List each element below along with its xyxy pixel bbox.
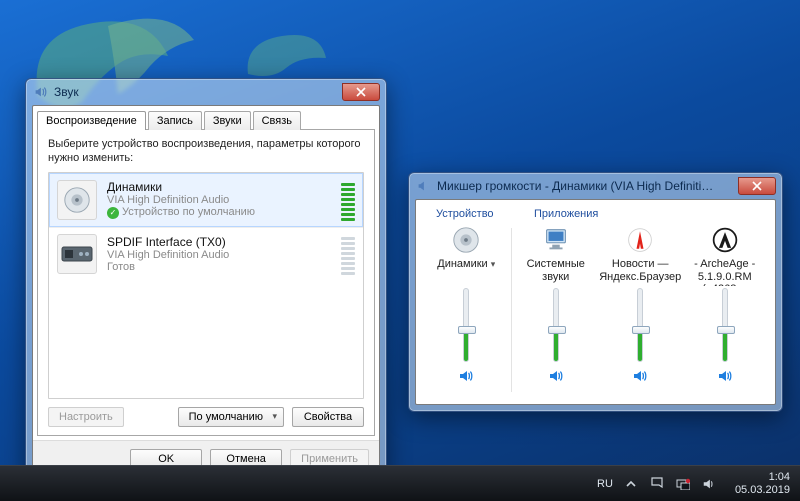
playback-hint: Выберите устройство воспроизведения, пар… — [48, 138, 364, 166]
tab-comm[interactable]: Связь — [253, 111, 301, 130]
mute-button[interactable] — [632, 368, 648, 387]
sound-titlebar[interactable]: Звук — [26, 79, 386, 105]
system-sounds-icon — [540, 224, 572, 256]
device-sub: VIA High Definition Audio — [107, 194, 331, 206]
level-meter — [341, 233, 355, 275]
mixer-label: - ArcheAge - 5.1.9.0.RM (r.4268… — [682, 258, 767, 286]
mixer-titlebar[interactable]: Микшер громкости - Динамики (VIA High De… — [409, 173, 782, 199]
mixer-title: Микшер громкости - Динамики (VIA High De… — [437, 179, 717, 193]
properties-button[interactable]: Свойства — [292, 407, 364, 427]
archeage-icon — [709, 224, 741, 256]
mixer-label: Системные звуки — [513, 258, 598, 286]
mute-button[interactable] — [717, 368, 733, 387]
action-center-icon[interactable] — [649, 476, 665, 492]
sound-title: Звук — [54, 85, 79, 99]
level-meter — [341, 179, 355, 221]
speaker-device-icon — [57, 180, 97, 220]
device-list: Динамики VIA High Definition Audio ✓Устр… — [48, 172, 364, 400]
tab-pane-playback: Выберите устройство воспроизведения, пар… — [37, 129, 375, 436]
tray-chevron-up-icon[interactable] — [623, 476, 639, 492]
device-sub: VIA High Definition Audio — [107, 249, 331, 261]
clock-date: 05.03.2019 — [735, 484, 790, 497]
set-default-button[interactable]: По умолчанию — [178, 407, 284, 427]
system-tray: RU 1:04 05.03.2019 — [597, 471, 790, 496]
volume-slider[interactable] — [553, 288, 559, 362]
volume-slider[interactable] — [463, 288, 469, 362]
mute-button[interactable] — [458, 368, 474, 387]
mixer-window: Микшер громкости - Динамики (VIA High De… — [408, 172, 783, 412]
chevron-down-icon: ▾ — [491, 259, 496, 269]
mixer-col-yandex: Новости — Яндекс.Браузер — [598, 222, 683, 387]
mixer-col-archeage: - ArcheAge - 5.1.9.0.RM (r.4268… — [682, 222, 767, 387]
sound-tabs: Воспроизведение Запись Звуки Связь — [33, 107, 379, 130]
mute-button[interactable] — [548, 368, 564, 387]
mixer-label[interactable]: Динамики▾ — [437, 258, 495, 286]
volume-slider[interactable] — [637, 288, 643, 362]
heading-apps: Приложения — [526, 208, 763, 220]
volume-tray-icon[interactable] — [701, 476, 717, 492]
close-button[interactable] — [738, 177, 776, 195]
volume-icon — [415, 178, 431, 194]
device-name: Динамики — [107, 180, 331, 194]
yandex-browser-icon — [624, 224, 656, 256]
mixer-separator — [511, 228, 512, 392]
device-item-spdif[interactable]: SPDIF Interface (TX0) VIA High Definitio… — [49, 227, 363, 281]
device-item-speakers[interactable]: Динамики VIA High Definition Audio ✓Устр… — [49, 173, 363, 227]
mixer-headings: Устройство Приложения — [424, 206, 767, 222]
close-button[interactable] — [342, 83, 380, 101]
sound-window: Звук Воспроизведение Запись Звуки Связь … — [25, 78, 387, 484]
sound-icon — [32, 84, 48, 100]
mixer-col-device: Динамики▾ — [424, 222, 509, 387]
taskbar: RU 1:04 05.03.2019 — [0, 465, 800, 501]
taskbar-clock[interactable]: 1:04 05.03.2019 — [735, 471, 790, 496]
check-icon: ✓ — [107, 207, 119, 219]
mixer-col-system: Системные звуки — [513, 222, 598, 387]
heading-device: Устройство — [436, 208, 526, 220]
device-status: ✓Устройство по умолчанию — [107, 206, 331, 219]
device-status: Готов — [107, 261, 331, 273]
mixer-grid: Динамики▾ Системные звуки — [424, 222, 767, 392]
mixer-label: Новости — Яндекс.Браузер — [598, 258, 683, 286]
language-indicator[interactable]: RU — [597, 478, 613, 490]
clock-time: 1:04 — [735, 471, 790, 484]
tab-sounds[interactable]: Звуки — [204, 111, 251, 130]
spdif-device-icon — [57, 234, 97, 274]
tab-playback[interactable]: Воспроизведение — [37, 111, 146, 130]
tab-recording[interactable]: Запись — [148, 111, 202, 130]
network-icon[interactable] — [675, 476, 691, 492]
configure-button[interactable]: Настроить — [48, 407, 124, 427]
speaker-icon — [450, 224, 482, 256]
device-name: SPDIF Interface (TX0) — [107, 235, 331, 249]
volume-slider[interactable] — [722, 288, 728, 362]
